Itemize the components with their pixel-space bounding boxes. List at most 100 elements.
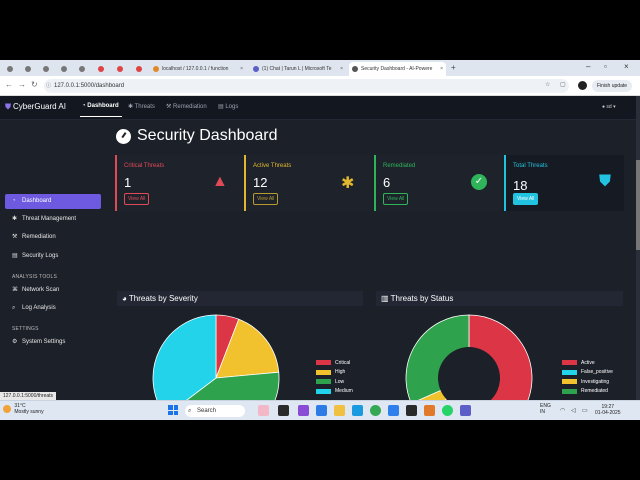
tab-icon-6[interactable] — [133, 62, 145, 76]
close-icon[interactable]: × — [237, 66, 243, 72]
sidebar-item-label: Security Logs — [22, 253, 59, 259]
card-value: 18 — [513, 178, 528, 193]
taskbar-app-icon[interactable] — [298, 405, 309, 416]
nav-remediation[interactable]: ⚒ Remediation — [166, 103, 207, 110]
back-icon[interactable]: ← — [5, 80, 13, 89]
language-indicator[interactable]: ENG IN — [540, 403, 551, 415]
task-view-icon[interactable] — [278, 405, 289, 416]
tab-icon-2[interactable] — [40, 62, 52, 76]
edge-icon[interactable] — [352, 405, 363, 416]
tab-localhost[interactable]: localhost / 127.0.0.1 / function × — [150, 62, 246, 76]
tab-security-dashboard[interactable]: Security Dashboard - AI-Powere × — [349, 62, 446, 76]
reload-icon[interactable]: ↻ — [31, 80, 38, 89]
finish-update-button[interactable]: Finish update — [592, 80, 633, 92]
forward-icon[interactable]: → — [18, 80, 26, 89]
view-all-button[interactable]: View All — [124, 193, 150, 205]
legend-swatch — [562, 360, 577, 366]
nav-label: Dashboard — [87, 103, 119, 109]
close-icon[interactable]: × — [437, 66, 443, 72]
tab-label: localhost / 127.0.0.1 / function — [162, 66, 229, 72]
brand[interactable]: ⛊ CyberGuard AI — [5, 102, 66, 112]
legend-item[interactable]: Medium — [316, 387, 353, 397]
wifi-icon[interactable]: ◠ — [560, 407, 565, 414]
page-title: Security Dashboard — [116, 127, 278, 145]
sidebar-item-network-scan[interactable]: ⌘ Network Scan — [5, 283, 101, 298]
profile-avatar[interactable] — [578, 81, 587, 90]
card-label: Remediated — [383, 163, 416, 169]
vscode-icon[interactable] — [388, 405, 399, 416]
legend-item[interactable]: Remediated — [562, 387, 613, 397]
tab-icon-4[interactable] — [76, 62, 88, 76]
legend-label: Active — [581, 359, 595, 366]
sidebar-item-threat-management[interactable]: ✱ Threat Management — [5, 212, 101, 227]
taskbar-app-icon[interactable] — [316, 405, 327, 416]
sidebar-item-remediation[interactable]: ⚒ Remediation — [5, 230, 101, 245]
volume-icon[interactable]: ◁ — [571, 407, 576, 414]
status-legend: Active False_positive Investigating Remedia… — [562, 358, 613, 396]
legend-item[interactable]: Active — [562, 358, 613, 368]
maximize-icon[interactable]: ▫ — [604, 62, 607, 71]
chart-title: Threats by Severity — [128, 294, 198, 303]
legend-item[interactable]: Critical — [316, 358, 353, 368]
sidebar-item-log-analysis[interactable]: ⌕ Log Analysis — [5, 301, 101, 316]
terminal-icon[interactable] — [406, 405, 417, 416]
gauge-icon: ◔ — [12, 198, 16, 204]
tab-icon-window[interactable] — [4, 62, 16, 76]
legend-item[interactable]: False_positive — [562, 368, 613, 378]
legend-label: False_positive — [581, 369, 613, 376]
site-info-icon[interactable]: ⓘ — [46, 79, 51, 93]
bookmark-star-icon[interactable]: ☆ — [545, 81, 550, 88]
analysis-tools-heading: ANALYSIS TOOLS — [12, 274, 58, 280]
new-tab-button[interactable]: + — [451, 63, 456, 72]
nav-threats[interactable]: ✱ Threats — [128, 103, 155, 110]
view-all-button[interactable]: View All — [383, 193, 409, 205]
nav-dashboard[interactable]: ◔ Dashboard — [82, 103, 119, 109]
weather-widget[interactable]: 31°C Mostly sunny — [3, 403, 44, 415]
legend-swatch — [562, 379, 577, 385]
legend-item[interactable]: Low — [316, 377, 353, 387]
sidebar-item-security-logs[interactable]: ▤ Security Logs — [5, 249, 101, 264]
legend-label: Remediated — [581, 388, 608, 395]
close-icon[interactable]: × — [337, 66, 343, 72]
legend-item[interactable]: High — [316, 368, 353, 378]
view-all-button[interactable]: View All — [253, 193, 279, 205]
sidebar-item-label: Threat Management — [22, 216, 77, 222]
user-menu[interactable]: ● sd ▾ — [602, 104, 616, 110]
tab-teams-chat[interactable]: (1) Chat | Tarun L | Microsoft Te × — [250, 62, 346, 76]
close-window-icon[interactable]: × — [624, 62, 629, 71]
tab-icon-1[interactable] — [22, 62, 34, 76]
weather-desc: Mostly sunny — [14, 409, 44, 415]
tab-icon-gmail[interactable] — [95, 62, 107, 76]
minimize-icon[interactable]: – — [586, 62, 590, 71]
bar-chart-icon: ▥ — [381, 294, 391, 303]
legend-swatch — [316, 369, 331, 375]
teams-icon[interactable] — [460, 405, 471, 416]
chrome-icon[interactable] — [370, 405, 381, 416]
sidebar-item-label: Remediation — [22, 234, 56, 240]
legend-swatch — [562, 369, 577, 375]
settings-heading: SETTINGS — [12, 326, 39, 332]
file-explorer-icon[interactable] — [334, 405, 345, 416]
severity-legend: Critical High Low Medium — [316, 358, 353, 396]
clock[interactable]: 19:27 01-04-2025 — [595, 404, 621, 416]
battery-icon[interactable]: ▭ — [582, 407, 588, 414]
whatsapp-icon[interactable] — [442, 405, 453, 416]
status-chart-header: ▥ Threats by Status — [376, 291, 623, 306]
nav-logs[interactable]: ▤ Logs — [218, 103, 238, 110]
scrollbar-thumb[interactable] — [636, 160, 640, 250]
tab-favicon — [153, 66, 159, 72]
windows-start-icon[interactable] — [168, 405, 178, 415]
sidebar-item-dashboard[interactable]: ◔ Dashboard — [5, 194, 101, 209]
view-all-button[interactable]: View All — [513, 193, 539, 205]
sidebar-item-system-settings[interactable]: ⚙ System Settings — [5, 335, 101, 350]
legend-item[interactable]: Investigating — [562, 377, 613, 387]
nav-label: Threats — [134, 104, 155, 110]
taskbar-app-icon[interactable] — [424, 405, 435, 416]
taskbar-search[interactable]: ⌕ Search — [185, 405, 245, 417]
tab-icon-5[interactable] — [114, 62, 126, 76]
taskbar-app-icon[interactable] — [258, 405, 269, 416]
tab-icon-3[interactable] — [58, 62, 70, 76]
page-scrollbar[interactable] — [636, 96, 640, 420]
url-field[interactable]: ⓘ 127.0.0.1:5000/dashboard — [44, 79, 569, 93]
extensions-icon[interactable]: ▢ — [560, 81, 566, 88]
